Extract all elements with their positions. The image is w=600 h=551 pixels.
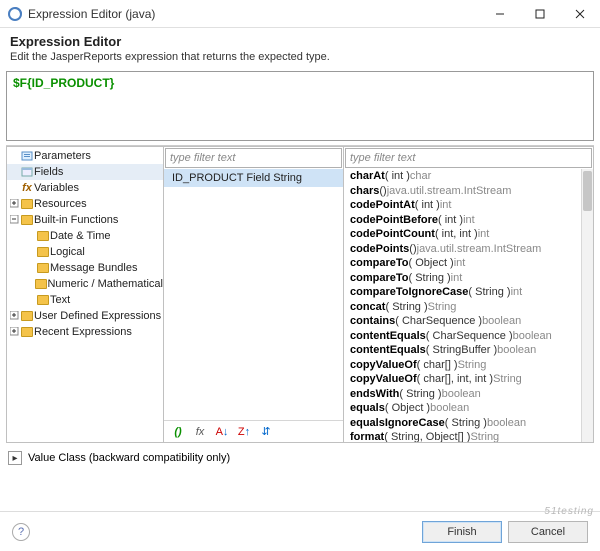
method-item[interactable]: format( String, Object[] ) String xyxy=(344,430,581,442)
method-item[interactable]: copyValueOf( char[], int, int ) String xyxy=(344,372,581,387)
sort-desc-icon[interactable]: Z↑ xyxy=(236,424,252,440)
scrollbar-thumb[interactable] xyxy=(583,171,592,211)
method-item[interactable]: contentEquals( StringBuffer ) boolean xyxy=(344,343,581,358)
value-class-expander[interactable]: ▸ xyxy=(8,451,22,465)
work-area: ParametersFieldsfxVariablesResourcesBuil… xyxy=(6,145,594,443)
dialog-subtitle: Edit the JasperReports expression that r… xyxy=(10,51,590,63)
method-item[interactable]: concat( String ) String xyxy=(344,300,581,315)
value-class-label: Value Class (backward compatibility only… xyxy=(28,452,230,464)
method-item[interactable]: codePointCount( int, int ) int xyxy=(344,227,581,242)
methods-list[interactable]: charAt( int ) charchars() java.util.stre… xyxy=(344,169,593,442)
method-item[interactable]: compareTo( String ) int xyxy=(344,271,581,286)
tree-item[interactable]: Logical xyxy=(7,244,163,260)
tree-item[interactable]: Fields xyxy=(7,164,163,180)
method-item[interactable]: copyValueOf( char[] ) String xyxy=(344,358,581,373)
dialog-header: Expression Editor Edit the JasperReports… xyxy=(0,28,600,71)
help-button[interactable]: ? xyxy=(12,523,30,541)
tree-item[interactable]: Date & Time xyxy=(7,228,163,244)
fields-list[interactable]: ID_PRODUCT Field String xyxy=(164,169,343,420)
methods-panel: type filter text charAt( int ) charchars… xyxy=(344,146,594,443)
method-item[interactable]: compareTo( Object ) int xyxy=(344,256,581,271)
methods-filter-input[interactable]: type filter text xyxy=(345,148,592,168)
field-icon[interactable]: () xyxy=(170,424,186,440)
expression-textarea[interactable]: $F{ID_PRODUCT} xyxy=(6,71,594,141)
tree-item[interactable]: User Defined Expressions xyxy=(7,308,163,324)
finish-button[interactable]: Finish xyxy=(422,521,502,543)
method-item[interactable]: compareToIgnoreCase( String ) int xyxy=(344,285,581,300)
methods-scrollbar[interactable] xyxy=(581,169,593,442)
expression-text: $F{ID_PRODUCT} xyxy=(13,76,114,90)
method-item[interactable]: codePoints() java.util.stream.IntStream xyxy=(344,242,581,257)
watermark: 51testing xyxy=(544,506,594,517)
tree-item[interactable]: Parameters xyxy=(7,148,163,164)
fields-panel: type filter text ID_PRODUCT Field String… xyxy=(164,146,344,443)
fields-filter-input[interactable]: type filter text xyxy=(165,148,342,168)
dialog-title: Expression Editor xyxy=(10,34,590,49)
method-item[interactable]: endsWith( String ) boolean xyxy=(344,387,581,402)
method-item[interactable]: equals( Object ) boolean xyxy=(344,401,581,416)
tree-item[interactable]: Built-in Functions xyxy=(7,212,163,228)
tree-item[interactable]: fxVariables xyxy=(7,180,163,196)
window-title: Expression Editor (java) xyxy=(28,7,480,21)
tree-item[interactable]: Recent Expressions xyxy=(7,324,163,340)
sort-asc-icon[interactable]: A↓ xyxy=(214,424,230,440)
field-item[interactable]: ID_PRODUCT Field String xyxy=(164,169,343,187)
minimize-button[interactable] xyxy=(480,0,520,28)
value-class-row: ▸ Value Class (backward compatibility on… xyxy=(8,447,592,469)
tree-item[interactable]: Resources xyxy=(7,196,163,212)
method-item[interactable]: codePointBefore( int ) int xyxy=(344,213,581,228)
method-item[interactable]: contains( CharSequence ) boolean xyxy=(344,314,581,329)
method-item[interactable]: charAt( int ) char xyxy=(344,169,581,184)
category-tree-panel: ParametersFieldsfxVariablesResourcesBuil… xyxy=(6,146,164,443)
tree-item[interactable]: Numeric / Mathematical xyxy=(7,276,163,292)
cancel-button[interactable]: Cancel xyxy=(508,521,588,543)
method-item[interactable]: equalsIgnoreCase( String ) boolean xyxy=(344,416,581,431)
tree-item[interactable]: Text xyxy=(7,292,163,308)
method-item[interactable]: codePointAt( int ) int xyxy=(344,198,581,213)
maximize-button[interactable] xyxy=(520,0,560,28)
expression-helper-toolbar: () fx A↓ Z↑ ⇵ xyxy=(164,420,343,442)
method-item[interactable]: chars() java.util.stream.IntStream xyxy=(344,184,581,199)
window-titlebar: Expression Editor (java) xyxy=(0,0,600,28)
dialog-footer: ? Finish Cancel xyxy=(0,511,600,551)
category-tree[interactable]: ParametersFieldsfxVariablesResourcesBuil… xyxy=(7,147,163,442)
close-button[interactable] xyxy=(560,0,600,28)
app-icon xyxy=(8,7,22,21)
method-item[interactable]: contentEquals( CharSequence ) boolean xyxy=(344,329,581,344)
fx-icon[interactable]: fx xyxy=(192,424,208,440)
collapse-icon[interactable]: ⇵ xyxy=(258,424,274,440)
tree-item[interactable]: Message Bundles xyxy=(7,260,163,276)
